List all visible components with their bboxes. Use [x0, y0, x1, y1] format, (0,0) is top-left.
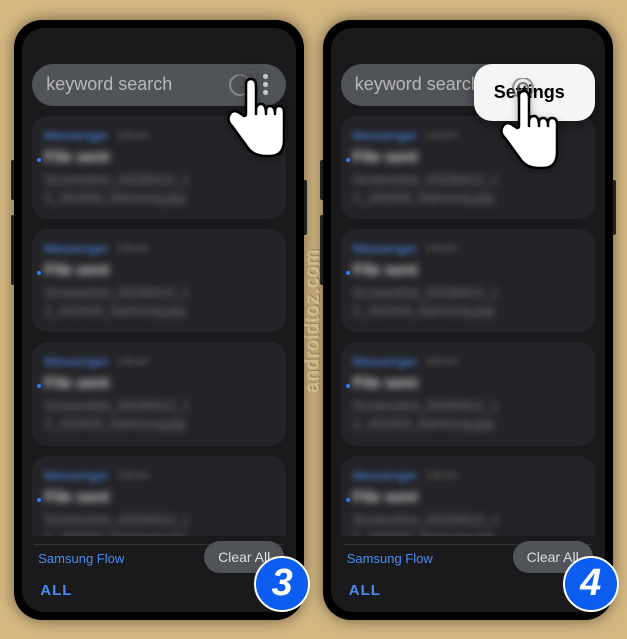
- notification-card[interactable]: Messenger14min File sent Screenshot_2023…: [341, 342, 595, 445]
- notification-card[interactable]: Messenger14min File sent Screenshot_2023…: [32, 342, 286, 445]
- notification-card[interactable]: Messenger14min File sent Screenshot_2023…: [341, 229, 595, 332]
- step-badge: 4: [563, 556, 619, 612]
- search-bar[interactable]: keyword search: [32, 64, 286, 106]
- notification-card[interactable]: Messenger14min File sent Screenshot_2023…: [341, 116, 595, 219]
- search-input[interactable]: keyword search: [46, 74, 229, 95]
- all-tab[interactable]: ALL: [40, 582, 72, 599]
- notification-list: Messenger14min File sent Screenshot_2023…: [331, 112, 605, 552]
- phone-step-3: keyword search Messenger14min File sent …: [14, 20, 304, 620]
- notification-list: Messenger14min File sent Screenshot_2023…: [22, 112, 296, 552]
- phone-notch: [113, 32, 206, 40]
- settings-menu-item[interactable]: Settings: [474, 64, 595, 121]
- phone-step-4: keyword search Settings Messenger14min F…: [323, 20, 613, 620]
- screen: keyword search Messenger14min File sent …: [22, 28, 296, 612]
- step-badge: 3: [254, 556, 310, 612]
- notification-card[interactable]: Messenger14min File sent Screenshot_2023…: [32, 116, 286, 219]
- search-icon: [229, 74, 251, 96]
- bottom-bar: Samsung Flow 4:02 pm Clear All ALL: [331, 536, 605, 612]
- phone-notch: [421, 32, 514, 40]
- notification-card[interactable]: Messenger14min File sent Screenshot_2023…: [32, 229, 286, 332]
- flow-label: Samsung Flow: [38, 551, 124, 566]
- watermark: androidtoz.com: [303, 248, 325, 392]
- all-tab[interactable]: ALL: [349, 582, 381, 599]
- flow-label: Samsung Flow: [347, 551, 433, 566]
- screen: keyword search Settings Messenger14min F…: [331, 28, 605, 612]
- more-options-icon[interactable]: [259, 70, 272, 99]
